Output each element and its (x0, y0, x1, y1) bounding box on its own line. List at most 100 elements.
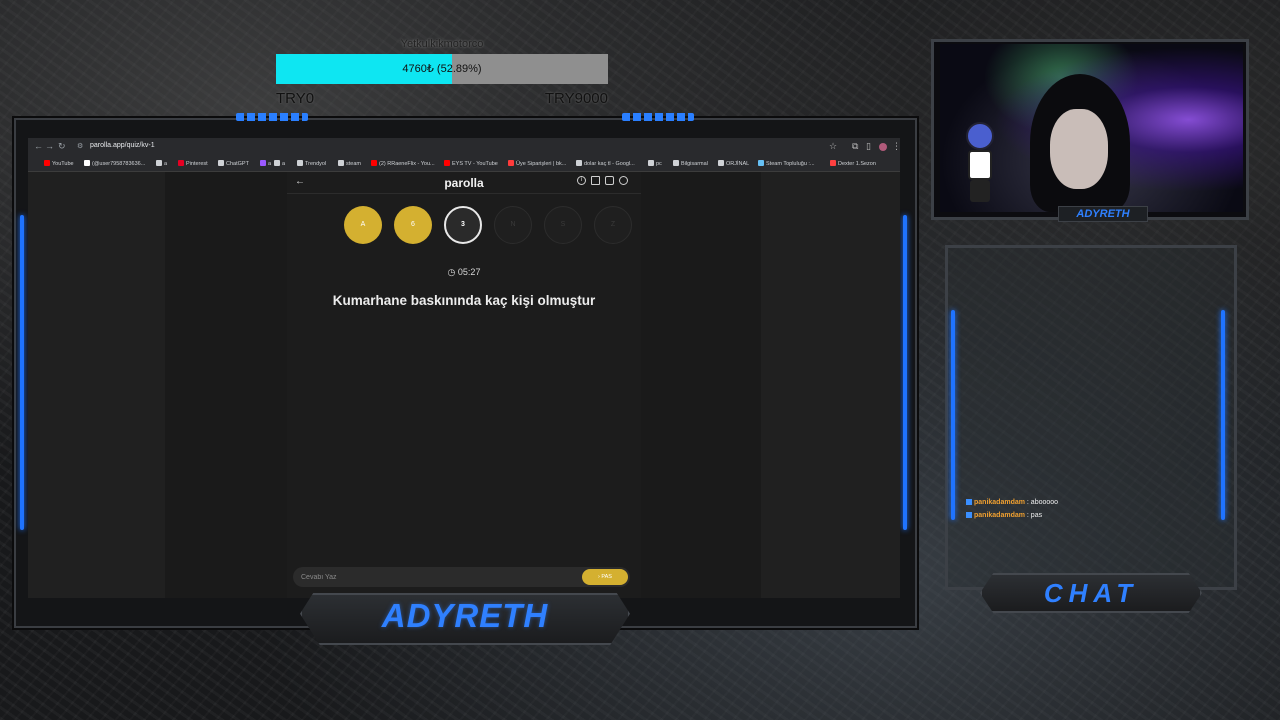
folder-icon (338, 160, 344, 166)
star-icon[interactable]: ☆ (829, 141, 837, 152)
bookmark-item[interactable]: steam (338, 160, 361, 167)
letter-bubble-todo: S (544, 206, 582, 244)
page-right-column (641, 172, 761, 598)
user-icon[interactable] (619, 176, 628, 185)
bookmark-item[interactable]: dolar kaç tl - Googl... (576, 160, 635, 167)
letter-bubble-todo: N (494, 206, 532, 244)
info-icon[interactable]: i (577, 176, 586, 185)
bookmark-item[interactable]: Üye Siparişleri | bk... (508, 160, 566, 167)
browser-window: ← → ↻ ⚙ parolla.app/quiz/kv-1 ☆ ⧉ ▯ ⋮ Yo… (28, 138, 901, 598)
chat-username[interactable]: panikadamdam (974, 512, 1025, 519)
tiktok-icon (84, 160, 90, 166)
bookmarks-bar: YouTube (@user7958783636... a Pinterest Chat… (28, 156, 900, 172)
webcam-feed (940, 44, 1243, 212)
goal-max-label: TRY9000 (544, 90, 608, 107)
streamer-face (1050, 109, 1108, 189)
bookmark-label: EYS TV - YouTube (452, 161, 498, 167)
letter-bubble-done: 6 (394, 206, 432, 244)
answer-input[interactable] (301, 571, 571, 583)
bookmark-item[interactable]: (@user7958783636... (84, 160, 145, 167)
app-header: ← parolla i (287, 172, 641, 194)
extensions-icon[interactable]: ⧉ (852, 141, 858, 152)
question-text: Kumarhane baskınında kaç kişi olmuştur (332, 293, 596, 308)
stats-icon[interactable] (591, 176, 600, 185)
letter-bubble-done: A (344, 206, 382, 244)
goal-min-label: TRY0 (276, 90, 315, 107)
letter-bubble-todo: Z (594, 206, 632, 244)
chat-title: CHAT (1043, 578, 1139, 608)
profile-avatar-icon[interactable] (879, 143, 887, 151)
pass-button-label: PAS (601, 574, 612, 580)
bookmark-label: a (164, 161, 168, 167)
dexter-icon (830, 160, 836, 166)
message-icon[interactable] (605, 176, 614, 185)
donation-goal: Yetkulkikmotorco 4760₺ (52.89%) TRY0 TRY… (276, 38, 608, 108)
bookmark-label: (@user7958783636... (92, 161, 146, 167)
parolla-app: ← parolla i A63NSZ ◷ 05:27 Kumarhane bas… (287, 172, 641, 598)
bookmark-item[interactable]: pc (648, 160, 662, 167)
chat-badge-icon (966, 512, 972, 518)
bookmark-label: steam (346, 161, 361, 167)
goal-title: Yetkulkikmotorco (400, 38, 484, 50)
pass-button[interactable]: › PAS (582, 569, 628, 585)
frame-tab-decoration (622, 113, 694, 121)
bookmark-icon (260, 160, 266, 166)
frame-glow-right (903, 215, 907, 530)
globe-icon (718, 160, 724, 166)
bookmark-item[interactable]: ORJİNAL (718, 160, 749, 167)
bookmark-item[interactable]: a (274, 160, 285, 167)
brand-name: ADYRETH (381, 597, 549, 634)
chat-glow-left (951, 310, 955, 520)
bookmark-label: (2) RRaeneFlix - You... (379, 161, 435, 167)
chat-text: : pas (1026, 512, 1043, 519)
bookmark-item[interactable]: Bilgisarmal (673, 160, 708, 167)
clock-icon: ◷ (447, 267, 456, 277)
letter-bubble-current: 3 (444, 206, 482, 244)
chat-glow-right (1221, 310, 1225, 520)
chat-username[interactable]: panikadamdam (974, 499, 1025, 506)
answer-bar: › PAS (293, 567, 630, 587)
sidebar-icon[interactable]: ▯ (866, 141, 871, 152)
bookmark-label: Üye Siparişleri | bk... (516, 161, 567, 167)
forward-arrow-icon[interactable]: → (45, 141, 54, 151)
goal-progress-bar: 4760₺ (52.89%) (276, 54, 608, 84)
folder-icon (274, 160, 280, 166)
bookmark-label: YouTube (52, 161, 74, 167)
bookmark-label: Trendyol (305, 161, 327, 167)
bookmark-item[interactable]: YouTube (44, 160, 74, 167)
frame-glow-left (20, 215, 24, 530)
bookmark-item[interactable]: a (156, 160, 167, 167)
bookmark-item[interactable]: ChatGPT (218, 160, 249, 167)
url-field[interactable]: parolla.app/quiz/kv-1 (90, 142, 155, 149)
bookmark-label: ChatGPT (226, 161, 249, 167)
timer-value: 05:27 (457, 267, 481, 277)
page-left-column (165, 172, 287, 598)
chat-message: panikadamdam : pas (966, 512, 1042, 519)
folder-icon (648, 160, 654, 166)
menu-dots-icon[interactable]: ⋮ (892, 141, 901, 152)
frame-tab-decoration (236, 113, 308, 121)
chatgpt-icon (218, 160, 224, 166)
bookmark-item[interactable]: Steam Topluluğu :... (758, 160, 815, 167)
folder-icon (297, 160, 303, 166)
site-info-icon[interactable]: ⚙ (77, 142, 83, 150)
bookmark-item[interactable]: Pinterest (178, 160, 208, 167)
youtube-icon (444, 160, 450, 166)
goal-amount: 4760₺ (52.89%) (402, 63, 482, 75)
bookmark-item[interactable]: EYS TV - YouTube (444, 160, 498, 167)
folder-icon (156, 160, 162, 166)
reload-icon[interactable]: ↻ (58, 141, 66, 152)
steam-icon (758, 160, 764, 166)
bookmark-label: a (282, 161, 286, 167)
cam-label: ADYRETH (1076, 208, 1130, 220)
bookmark-item[interactable]: (2) RRaeneFlix - You... (371, 160, 435, 167)
address-bar-row: ← → ↻ ⚙ parolla.app/quiz/kv-1 ☆ ⧉ ▯ ⋮ (28, 138, 901, 156)
app-title: parolla (444, 176, 484, 190)
bookmark-label: a (268, 161, 272, 167)
bookmark-item[interactable]: a (260, 160, 271, 167)
bookmark-item[interactable]: Trendyol (297, 160, 326, 167)
bookmark-item[interactable]: Dexter 1.Sezon (830, 160, 876, 167)
chat-badge-icon (966, 499, 972, 505)
back-arrow-icon[interactable]: ← (34, 141, 43, 151)
bookmark-label: pc (656, 161, 662, 167)
